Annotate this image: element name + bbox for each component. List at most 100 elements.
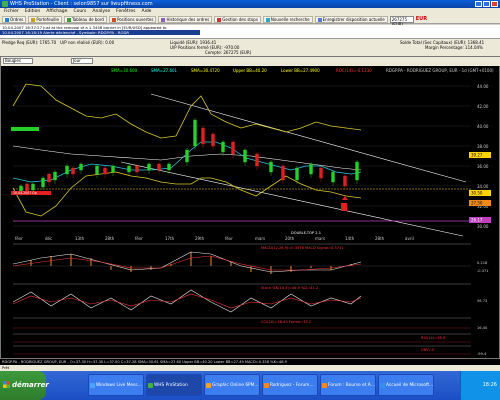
dashboard-icon (66, 17, 71, 22)
positions-icon (111, 17, 116, 22)
indicator-value: -0.371 (477, 269, 489, 273)
search-icon (265, 17, 270, 22)
window-title: WHS ProStation - Client : selon9857 sur … (10, 1, 153, 7)
menu-fenetres[interactable]: Fenêtres (116, 8, 135, 15)
start-button[interactable]: démarrer (0, 371, 49, 400)
price-tick: 44.00 (477, 84, 489, 89)
rsi-pane[interactable]: RSI(14)=38.9 (13, 333, 471, 343)
chart-type-select[interactable]: Bougies (3, 58, 33, 64)
buy-level-tag (11, 127, 39, 131)
stop-icon (217, 17, 222, 22)
stochastic-pane[interactable]: Stoch %K(14,3)=46.9 %D=41.2 56.73 (12, 283, 487, 313)
date-axis: févr déc 13th 28th févr 17th 29th févr m… (15, 236, 414, 241)
price-marker-value: 30.50 (471, 191, 483, 196)
menu-fichier[interactable]: Fichier (4, 8, 19, 15)
date-tick: 20th (285, 236, 295, 241)
price-tick: 38.00 (477, 144, 489, 149)
historique-ordres-button[interactable]: Historique des ordres (158, 15, 213, 23)
chart-overlay-label: SMA=30.4720 (191, 68, 220, 73)
indicator-value: 0.218 (477, 261, 488, 265)
price-tick: 42.00 (477, 104, 489, 109)
title-bar: WHS ProStation - Client : selon9857 sur … (0, 0, 500, 8)
date-tick: 28th (105, 236, 115, 241)
macd-pane[interactable]: MACD(12,26,9)=0.3578 MACD Signal=0.3711 … (12, 243, 489, 274)
pledge-req: Pledge Req (EUR): 1765.70 (2, 40, 57, 45)
date-tick: 28th (375, 236, 385, 241)
close-button[interactable] (491, 1, 498, 7)
obv-pane[interactable]: OBV=0 -99.4 (13, 345, 487, 356)
stop-marker-icon (341, 203, 347, 211)
date-tick: 13th (75, 236, 85, 241)
account-status-bar: Pledge Req (EUR): 1765.70 U/P non réalis… (0, 39, 500, 56)
alerts-panel: 10.04.2007 16:37:27 Just at the removal … (0, 25, 500, 39)
prostation-icon (148, 383, 153, 388)
price-tick: 34.00 (477, 184, 489, 189)
menu-analyse[interactable]: Analyse (92, 8, 110, 15)
chart-period-select[interactable]: Jour (71, 58, 93, 64)
bollinger-lower (12, 171, 362, 217)
portefeuille-button[interactable]: Portefeuille (28, 15, 62, 23)
taskbar-item[interactable]: Windows Live Mess… (88, 374, 144, 396)
save-icon (317, 17, 322, 22)
tableau-de-bord-button[interactable]: Tableau de bord (63, 15, 107, 23)
chart-toolbar: Bougies Jour (1, 57, 500, 66)
portfolio-icon (31, 17, 36, 22)
positions-ouvertes-button[interactable]: Positions ouvertes (108, 15, 157, 23)
trendline-upper[interactable] (150, 93, 467, 183)
margin-percentage: Margin Percentage: 114.04% (425, 45, 483, 50)
menu-aide[interactable]: Aide (141, 8, 151, 15)
date-tick: avril (405, 236, 414, 241)
alert-item[interactable]: 10.04.2007 16:18:19 Alerte déclenché - S… (0, 30, 200, 35)
sell-arrow-icon (342, 196, 348, 200)
taskbar-item[interactable]: Forum : Bourse et A… (320, 374, 376, 396)
browser-icon (322, 383, 327, 388)
system-tray: 18:26 (460, 371, 500, 400)
nouvelle-recherche-button[interactable]: Nouvelle recherche (262, 15, 313, 23)
date-tick: mars (255, 236, 265, 241)
chart-overlay-label: Lower BB=27.4900 (281, 68, 320, 73)
taskbar: démarrer Windows Live Mess… WHS ProStati… (0, 371, 500, 400)
taskbar-item[interactable]: WHS ProStation (146, 374, 202, 396)
menu-edition[interactable]: Edition (25, 8, 41, 15)
account-id: Compte: 267275 (EUR) (205, 50, 252, 55)
taskbar-item[interactable]: Rodriguez - Forum… (262, 374, 318, 396)
chart-overlay-label: Upper BB=40.20 (233, 68, 267, 73)
chart-overlay-label: ROC(14)=-0.1230 (336, 68, 372, 73)
minimize-button[interactable] (475, 1, 482, 7)
date-tick: févr (225, 236, 233, 241)
clock[interactable]: 18:26 (483, 382, 497, 388)
indicator-label: RSI(14)=38.9 (421, 336, 446, 340)
taskbar-item[interactable]: Graphic Online 6PM… (204, 374, 260, 396)
date-tick: déc (45, 236, 52, 241)
menu-bar: Fichier Edition Affichage Cours Analyse … (0, 8, 500, 15)
indicator-label: CCI(20)=16.40 Forme=35.2 (261, 320, 311, 324)
account-select[interactable]: 267275 (EUR) (389, 15, 414, 27)
indicator-value: 16.40 (477, 326, 488, 330)
currency-label: EUR (415, 16, 428, 22)
price-marker-value: 39.27 (471, 153, 483, 158)
date-tick: 29th (195, 236, 205, 241)
unrealized-pl: U/P non réalisé (EUR): 0.00 (60, 40, 115, 45)
menu-affichage[interactable]: Affichage (46, 8, 67, 15)
maximize-button[interactable] (483, 1, 490, 7)
price-tick: 40.00 (477, 124, 489, 129)
chart-window[interactable]: Bougies Jour SMA=30.609 SMA=27.601 SMA=3… (0, 56, 500, 359)
chart-header-text: RDGP.PA - RODRIGUEZ GROUP, EUR - 1d (GMT… (386, 68, 494, 73)
menu-cours[interactable]: Cours (73, 8, 86, 15)
price-chart[interactable]: SMA=30.609 SMA=27.601 SMA=30.4720 Upper … (1, 66, 499, 358)
indicator-value: 56.73 (477, 299, 487, 303)
windows-logo-icon (3, 381, 10, 388)
cci-pane[interactable]: CCI(20)=16.40 Forme=35.2 16.40 (13, 317, 488, 330)
chart-overlay-label: SMA=30.609 (111, 68, 138, 73)
date-tick: 14th (345, 236, 355, 241)
gestion-stops-button[interactable]: Gestion des stops (214, 15, 261, 23)
toolbar: Ordres Portefeuille Tableau de bord Posi… (0, 15, 500, 27)
taskbar-item[interactable]: Accueil de Microsoft… (378, 374, 434, 396)
price-tick: 36.00 (477, 164, 489, 169)
bollinger-upper (12, 83, 362, 139)
trendline-lower[interactable] (120, 161, 464, 237)
messenger-icon (90, 383, 95, 388)
chart-overlay-label: SMA=27.601 (151, 68, 178, 73)
enregistrer-disposition-button[interactable]: Enregistrer disposition actuelle (314, 15, 388, 23)
ordres-button[interactable]: Ordres (2, 15, 27, 23)
